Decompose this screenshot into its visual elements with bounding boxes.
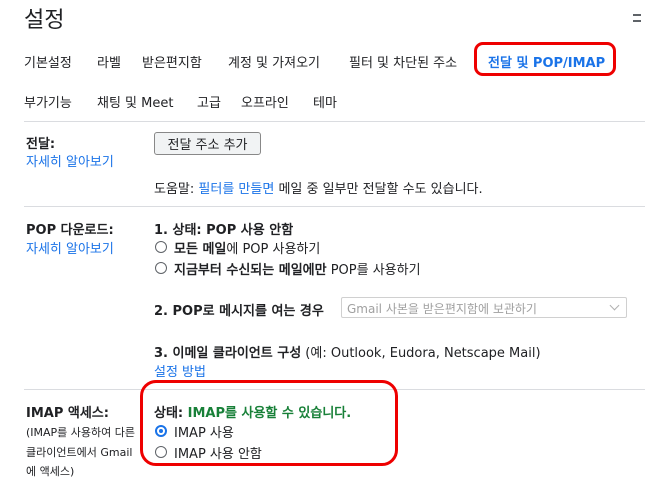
tab-offline[interactable]: 오프라인 [241,92,289,111]
tab-labels[interactable]: 라벨 [97,52,121,71]
settings-tabs: 기본설정 라벨 받은편지함 계정 및 가져오기 필터 및 차단된 주소 전달 및… [0,0,645,120]
pop-all-mail-label: 모든 메일에 POP 사용하기 [174,238,320,257]
pop-from-now-strong: 지금부터 수신되는 메일에만 [174,263,327,278]
pop-all-mail-strong: 모든 메일 [174,242,227,257]
pop-step3: 3. 이메일 클라이언트 구성 (예: Outlook, Eudora, Net… [154,342,541,361]
pop-status: 1. 상태: POP 사용 안함 [154,223,294,238]
pop-message-action-value: Gmail 사본을 받은편지함에 보관하기 [347,302,537,316]
divider [24,206,645,207]
pop-download-label: POP 다운로드: [26,223,114,238]
create-filter-link[interactable]: 필터를 만들면 [198,182,274,197]
tab-themes[interactable]: 테마 [313,92,337,111]
tab-chat-meet[interactable]: 채팅 및 Meet [97,92,173,111]
tab-accounts-import[interactable]: 계정 및 가져오기 [228,52,320,71]
annotation-circle-tab [474,42,616,76]
imap-desc-line1: (IMAP를 사용하여 다른 [26,426,136,439]
divider [24,121,645,122]
tab-general[interactable]: 기본설정 [24,52,72,71]
pop-from-now-label: 지금부터 수신되는 메일에만 POP를 사용하기 [174,259,421,278]
tip-prefix: 도움말: [154,182,199,197]
forwarding-label: 전달: [26,137,56,152]
tab-addons[interactable]: 부가기능 [24,92,72,111]
tab-filters-blocked[interactable]: 필터 및 차단된 주소 [349,52,457,71]
chevron-down-icon [609,300,620,311]
pop-all-mail-radio[interactable] [155,241,167,253]
pop-setup-instructions-link[interactable]: 설정 방법 [154,361,206,380]
tab-inbox[interactable]: 받은편지함 [142,52,202,71]
pop-from-now-radio[interactable] [155,262,167,274]
add-forwarding-address-button[interactable]: 전달 주소 추가 [154,132,261,155]
annotation-circle-imap [140,380,398,466]
imap-desc-line2: 클라이언트에서 Gmail [26,446,133,459]
forwarding-tip: 도움말: 필터를 만들면 메일 중 일부만 전달할 수도 있습니다. [154,178,483,197]
tip-suffix: 메일 중 일부만 전달할 수도 있습니다. [274,182,483,197]
pop-learn-more-link[interactable]: 자세히 알아보기 [26,238,114,257]
pop-from-now-rest: POP를 사용하기 [326,263,421,278]
imap-desc-line3: 에 액세스) [26,465,75,478]
forwarding-learn-more-link[interactable]: 자세히 알아보기 [26,151,114,170]
imap-access-label: IMAP 액세스: [26,406,109,421]
pop-step3-label: 3. 이메일 클라이언트 구성 [154,346,302,361]
pop-message-action-select[interactable]: Gmail 사본을 받은편지함에 보관하기 [341,297,627,318]
tab-advanced[interactable]: 고급 [197,92,221,111]
pop-step3-hint: (예: Outlook, Eudora, Netscape Mail) [301,346,541,361]
pop-step2-label: 2. POP로 메시지를 여는 경우 [154,304,324,319]
pop-all-mail-rest: 에 POP 사용하기 [226,242,321,257]
